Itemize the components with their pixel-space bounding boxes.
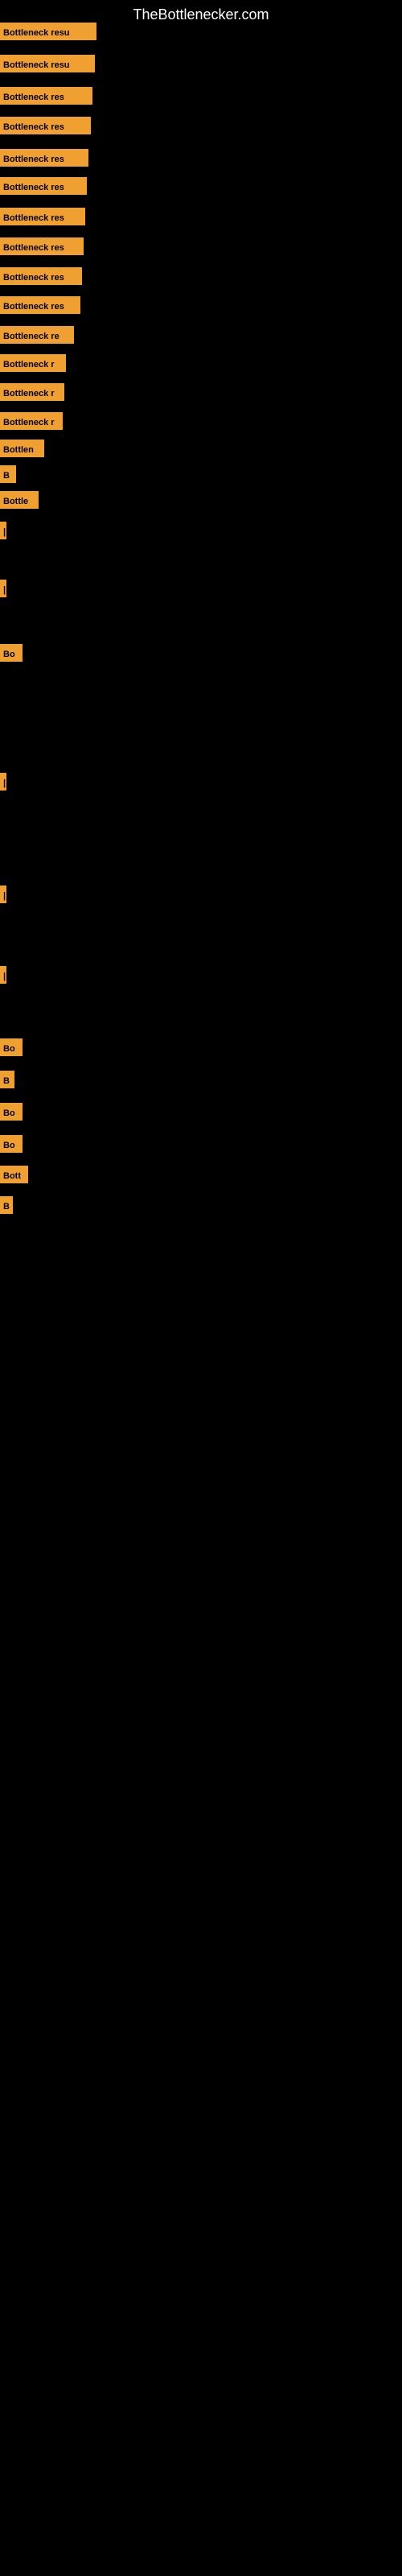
bottleneck-item: Bo xyxy=(0,1135,23,1153)
bottleneck-item: | xyxy=(0,580,6,597)
bottleneck-item: Bottleneck r xyxy=(0,354,66,372)
bottleneck-item: Bo xyxy=(0,1103,23,1121)
bottleneck-item: Bott xyxy=(0,1166,28,1183)
bottleneck-item: | xyxy=(0,522,6,539)
bottleneck-item: Bottlen xyxy=(0,440,44,457)
bottleneck-item: Bottleneck resu xyxy=(0,55,95,72)
bottleneck-item: Bottleneck res xyxy=(0,267,82,285)
bottleneck-item: Bottleneck res xyxy=(0,296,80,314)
bottleneck-item: Bottleneck res xyxy=(0,177,87,195)
bottleneck-item: Bo xyxy=(0,1038,23,1056)
bottleneck-item: Bottleneck resu xyxy=(0,23,96,40)
bottleneck-item: | xyxy=(0,886,6,903)
bottleneck-item: | xyxy=(0,773,6,791)
bottleneck-item: | xyxy=(0,966,6,984)
bottleneck-item: Bottleneck r xyxy=(0,412,63,430)
bottleneck-item: B xyxy=(0,465,16,483)
bottleneck-item: Bottleneck res xyxy=(0,117,91,134)
bottleneck-item: B xyxy=(0,1071,14,1088)
bottleneck-item: Bottleneck re xyxy=(0,326,74,344)
bottleneck-item: B xyxy=(0,1196,13,1214)
bottleneck-item: Bottleneck res xyxy=(0,149,88,167)
bottleneck-item: Bottleneck r xyxy=(0,383,64,401)
bottleneck-item: Bottle xyxy=(0,491,39,509)
bottleneck-item: Bo xyxy=(0,644,23,662)
bottleneck-item: Bottleneck res xyxy=(0,208,85,225)
bottleneck-item: Bottleneck res xyxy=(0,87,92,105)
bottleneck-item: Bottleneck res xyxy=(0,237,84,255)
